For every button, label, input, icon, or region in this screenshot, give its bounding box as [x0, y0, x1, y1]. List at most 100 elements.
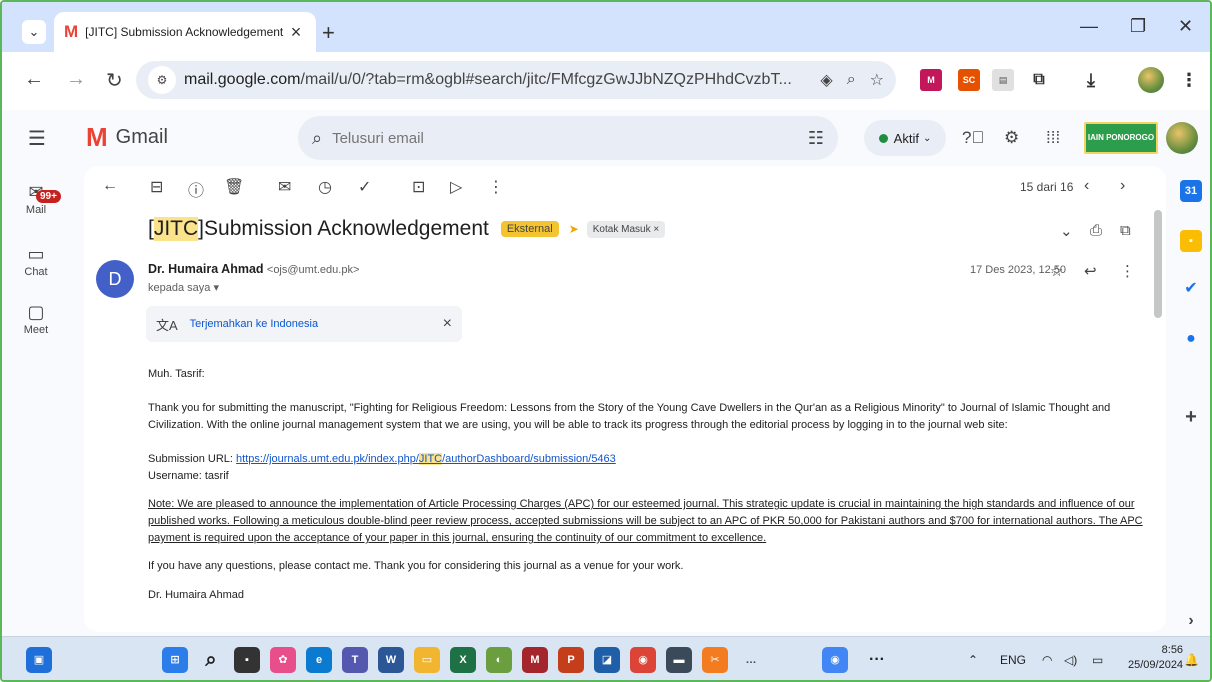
important-marker-icon[interactable]: ➤ — [569, 222, 579, 236]
active-tab[interactable]: M [JITC] Submission Acknowledgement × — [54, 12, 316, 52]
mark-unread-icon[interactable]: ✉ — [278, 177, 291, 197]
volume-icon[interactable]: ◁) — [1064, 653, 1077, 667]
system-clock[interactable]: 8:56 25/09/2024 — [1128, 643, 1183, 673]
collapse-all-icon[interactable]: ⌄ — [1060, 222, 1073, 240]
tray-chevron-icon[interactable]: ⌃ — [968, 653, 978, 667]
notification-bell-icon[interactable]: 🔔 — [1184, 653, 1199, 667]
translate-link[interactable]: Terjemahkan ke Indonesia — [190, 318, 443, 330]
label-icon[interactable]: ▷ — [450, 177, 462, 197]
file-explorer-icon[interactable]: ▭ — [414, 647, 440, 673]
newer-chevron-icon[interactable]: ‹ — [1084, 177, 1089, 195]
rail-chat[interactable]: ▭ Chat — [2, 242, 70, 278]
add-task-icon[interactable]: ✓ — [358, 177, 371, 197]
extension-doc-icon[interactable]: ▤ — [992, 69, 1014, 91]
reload-icon[interactable]: ↻ — [106, 68, 123, 93]
app-store-icon[interactable]: ▬ — [666, 647, 692, 673]
recipient-line[interactable]: kepada saya ▾ — [148, 281, 219, 294]
photos-icon[interactable]: ◪ — [594, 647, 620, 673]
archive-icon[interactable]: ⊟ — [150, 177, 163, 197]
search-options-icon[interactable]: ☷ — [808, 128, 824, 149]
back-to-list-icon[interactable]: ← — [102, 177, 118, 195]
chrome-icon[interactable]: ◉ — [630, 647, 656, 673]
chrome-active-icon[interactable]: ◉ — [822, 647, 848, 673]
gmail-logo[interactable]: M Gmail — [86, 122, 168, 153]
report-spam-icon[interactable]: ⓘ — [188, 177, 204, 201]
site-info-icon[interactable]: ⚙ — [148, 66, 176, 94]
help-icon[interactable]: ?⃝ — [962, 128, 984, 148]
print-icon[interactable]: ⎙ — [1090, 222, 1102, 239]
org-logo[interactable]: IAIN PONOROGO — [1084, 122, 1158, 154]
calendar-icon[interactable]: 31 — [1180, 180, 1202, 202]
overflow-icon[interactable]: … — [738, 647, 764, 673]
delete-icon[interactable]: 🗑 — [224, 177, 244, 197]
bookmark-star-icon[interactable]: ☆ — [870, 70, 884, 90]
external-label: Eksternal — [500, 221, 559, 237]
copilot-icon[interactable]: ✿ — [270, 647, 296, 673]
message-more-icon[interactable]: ⋮ — [1120, 262, 1135, 280]
translate-close-icon[interactable]: × — [443, 315, 452, 333]
meet-icon: ▢ — [27, 302, 45, 322]
snipping-tool-icon[interactable]: ✂ — [702, 647, 728, 673]
keep-icon[interactable]: ▪ — [1180, 230, 1202, 252]
word-icon[interactable]: W — [378, 647, 404, 673]
powerpoint-icon[interactable]: P — [558, 647, 584, 673]
forward-icon[interactable]: → — [66, 68, 86, 91]
url-text[interactable]: mail.google.com/mail/u/0/?tab=rm&ogbl#se… — [184, 71, 806, 89]
omnibox[interactable]: ⚙ mail.google.com/mail/u/0/?tab=rm&ogbl#… — [136, 61, 896, 99]
main-menu-icon[interactable]: ☰ — [28, 126, 46, 151]
more-apps-icon[interactable]: ··· — [864, 647, 890, 673]
browser-menu-icon[interactable]: ⋮ — [1178, 69, 1200, 91]
new-tab-icon[interactable]: + — [322, 20, 335, 46]
search-icon[interactable]: ⌕ — [312, 128, 322, 149]
zoom-icon[interactable]: ⌕ — [847, 71, 856, 89]
task-view-icon[interactable]: ▪ — [234, 647, 260, 673]
show-side-panel-icon[interactable]: › — [1180, 610, 1202, 632]
chat-icon: ▭ — [27, 244, 45, 264]
extension-mendeley-icon[interactable]: M — [920, 69, 942, 91]
search-input[interactable] — [332, 129, 808, 147]
reply-icon[interactable]: ↩ — [1084, 262, 1097, 280]
email-subject: [JITC] Submission Acknowledgement Ekster… — [148, 217, 666, 241]
edge-icon[interactable]: e — [306, 647, 332, 673]
status-chip[interactable]: Aktif ⌄ — [864, 120, 946, 156]
rail-mail[interactable]: ✉ 99+ Mail — [2, 180, 70, 216]
battery-icon[interactable]: ▭ — [1092, 653, 1103, 667]
tab-close-icon[interactable]: × — [286, 22, 306, 43]
profile-avatar[interactable] — [1138, 67, 1164, 93]
extension-sc-icon[interactable]: SC — [958, 69, 980, 91]
window-close-icon[interactable]: ✕ — [1178, 16, 1193, 37]
apps-grid-icon[interactable]: ⁞⁞⁞ — [1046, 128, 1060, 148]
submission-url-link[interactable]: https://journals.umt.edu.pk/index.php/JI… — [236, 453, 616, 465]
inbox-label[interactable]: Kotak Masuk × — [586, 220, 666, 238]
restore-icon[interactable]: ❐ — [1130, 16, 1146, 37]
extensions-puzzle-icon[interactable]: ⧉ — [1028, 69, 1050, 91]
app-icon[interactable]: ◐ — [486, 647, 512, 673]
contacts-icon[interactable]: ● — [1180, 328, 1202, 350]
rail-meet[interactable]: ▢ Meet — [2, 300, 70, 336]
open-new-window-icon[interactable]: ⧉ — [1120, 222, 1131, 239]
move-to-icon[interactable]: ⊡ — [412, 177, 425, 197]
teams-icon[interactable]: T — [342, 647, 368, 673]
language-indicator[interactable]: ENG — [1000, 653, 1026, 667]
more-options-icon[interactable]: ⋮ — [488, 177, 504, 197]
widgets-icon[interactable]: ▣ — [26, 647, 52, 673]
start-icon[interactable]: ⊞ — [162, 647, 188, 673]
tab-search-chevron-icon[interactable]: ⌄ — [22, 20, 46, 44]
lens-icon[interactable]: ◈ — [820, 70, 832, 90]
get-addons-icon[interactable]: + — [1180, 406, 1202, 428]
star-icon[interactable]: ☆ — [1050, 262, 1063, 280]
wifi-icon[interactable]: ◠ — [1042, 653, 1052, 667]
back-icon[interactable]: ← — [24, 68, 44, 91]
mendeley-icon[interactable]: M — [522, 647, 548, 673]
tasks-icon[interactable]: ✔ — [1180, 278, 1202, 300]
snooze-icon[interactable]: ◷ — [318, 177, 332, 197]
scrollbar-thumb[interactable] — [1154, 210, 1162, 318]
account-avatar[interactable] — [1166, 122, 1198, 154]
minimize-icon[interactable]: — — [1080, 16, 1098, 37]
gmail-favicon-icon: M — [64, 22, 78, 41]
older-chevron-icon[interactable]: › — [1120, 177, 1125, 195]
downloads-icon[interactable]: ⤓ — [1080, 69, 1102, 91]
taskbar-search-icon[interactable]: ⌕ — [198, 647, 224, 673]
settings-gear-icon[interactable]: ⚙ — [1004, 128, 1019, 148]
excel-icon[interactable]: X — [450, 647, 476, 673]
